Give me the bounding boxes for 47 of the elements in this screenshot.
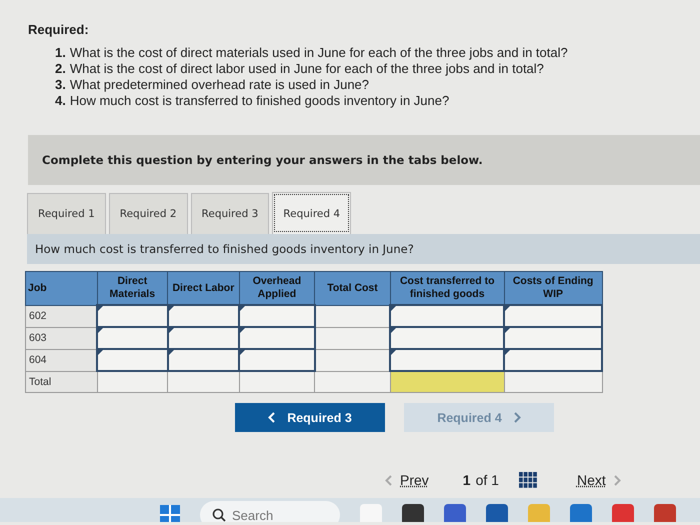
instruction-text: Complete this question by entering your answers in the tabs below. xyxy=(42,153,483,167)
column-header: Cost transferred to finished goods xyxy=(390,272,504,305)
question-text: How much cost is transferred to finished goods inventory in June? xyxy=(70,93,450,109)
chevron-right-icon xyxy=(514,412,521,423)
question-number: 4. xyxy=(55,93,66,109)
page-count: of 1 xyxy=(476,472,499,488)
prompt-text: How much cost is transferred to finished goods inventory in June? xyxy=(35,242,414,256)
grid-icon[interactable] xyxy=(518,472,537,488)
column-header: Job xyxy=(26,272,98,305)
job-cell: 602 xyxy=(26,305,98,327)
tab[interactable]: Required 3 xyxy=(190,193,270,234)
column-header: Costs of Ending WIP xyxy=(504,272,602,305)
question-text: What predetermined overhead rate is used in June? xyxy=(70,77,370,93)
windows-icon[interactable] xyxy=(160,505,180,522)
column-header: Overhead Applied xyxy=(239,272,315,305)
job-cell: 604 xyxy=(26,349,98,371)
column-header: Direct Labor xyxy=(168,272,240,305)
tab[interactable]: Required 2 xyxy=(108,193,188,234)
column-header: Total Cost xyxy=(314,272,390,305)
required-heading: Required: xyxy=(28,22,90,37)
folder-icon[interactable] xyxy=(528,504,550,522)
search-field[interactable]: Search xyxy=(200,501,340,522)
column-header: Direct Materials xyxy=(97,272,168,305)
question-number: 3. xyxy=(55,77,66,93)
next-link[interactable]: Next xyxy=(576,472,606,488)
search-icon xyxy=(212,508,226,522)
question-number: 2. xyxy=(55,61,66,77)
job-cell: Total xyxy=(26,371,98,392)
chevron-right-icon xyxy=(614,474,621,486)
app-icon[interactable] xyxy=(486,504,508,522)
chevron-left-icon xyxy=(385,474,392,486)
tab[interactable]: Required 1 xyxy=(27,193,106,234)
question-text: What is the cost of direct materials used in June for each of the three jobs and in total? xyxy=(70,45,568,61)
tab[interactable]: Required 4 xyxy=(272,192,352,234)
chevron-left-icon xyxy=(268,412,276,423)
app-icon[interactable] xyxy=(654,504,676,522)
prev-link[interactable]: Prev xyxy=(400,472,429,488)
app-icon[interactable] xyxy=(612,504,634,522)
app-icon[interactable] xyxy=(444,504,466,522)
app-icon[interactable] xyxy=(360,504,382,522)
app-icon[interactable] xyxy=(570,504,592,522)
page-number: 1 xyxy=(462,472,471,488)
question-text: What is the cost of direct labor used in June for each of the three jobs and in total? xyxy=(70,61,544,77)
question-number: 1. xyxy=(55,45,66,61)
job-cell: 603 xyxy=(26,327,98,349)
previous-button[interactable]: Required 3 xyxy=(235,403,385,432)
app-icon[interactable] xyxy=(402,504,424,522)
